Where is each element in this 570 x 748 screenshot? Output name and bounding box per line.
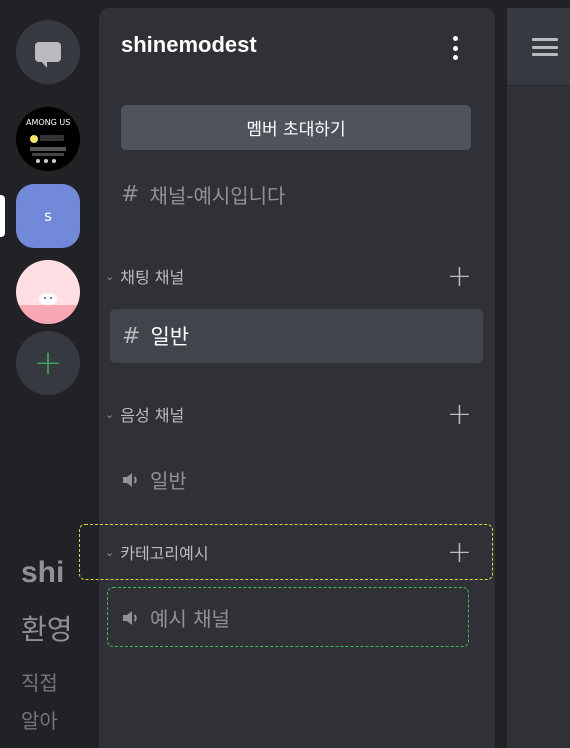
category-label: 음성 채널 xyxy=(120,406,185,425)
category-highlight-box xyxy=(79,524,493,580)
invite-members-button[interactable]: 멤버 초대하기 xyxy=(121,105,471,150)
hash-icon: # xyxy=(122,323,141,349)
add-server-button[interactable]: + xyxy=(16,331,80,395)
welcome-title: shi xyxy=(21,556,65,589)
cat-icon xyxy=(39,293,57,305)
category-voice[interactable]: ⌄ 음성 채널 + xyxy=(105,397,485,432)
category-label: 채팅 채널 xyxy=(120,268,185,287)
welcome-line-2: 알아 xyxy=(21,709,58,733)
add-channel-icon[interactable]: + xyxy=(447,259,472,294)
speaker-icon xyxy=(123,472,137,487)
selected-server-indicator xyxy=(0,195,5,237)
chevron-down-icon: ⌄ xyxy=(105,269,115,283)
pink-cat-server-icon[interactable] xyxy=(16,260,80,324)
guild-name[interactable]: shinemodest xyxy=(121,32,257,58)
main-body xyxy=(507,86,570,748)
hash-icon: # xyxy=(121,182,140,207)
hamburger-menu-icon[interactable] xyxy=(532,38,558,56)
main-header xyxy=(507,8,570,86)
channel-item-example[interactable]: # 채널-예시입니다 xyxy=(121,180,285,209)
among-us-server-icon[interactable]: AMONG US xyxy=(16,107,80,171)
s-server-icon[interactable]: s xyxy=(16,184,80,248)
category-chat[interactable]: ⌄ 채팅 채널 + xyxy=(105,259,485,294)
direct-messages-button[interactable] xyxy=(16,20,80,84)
main-area xyxy=(507,8,570,748)
chevron-down-icon: ⌄ xyxy=(105,407,115,421)
channel-label: 채널-예시입니다 xyxy=(149,184,286,208)
welcome-subtitle: 환영 xyxy=(21,613,73,646)
plus-icon: + xyxy=(33,343,63,383)
channel-highlight-box xyxy=(107,587,469,647)
channel-label: 일반 xyxy=(150,469,187,493)
add-channel-icon[interactable]: + xyxy=(447,397,472,432)
svg-text:AMONG US: AMONG US xyxy=(26,118,70,127)
among-us-logo-icon: AMONG US xyxy=(16,107,80,171)
channel-label: 일반 xyxy=(150,325,190,349)
chat-bubble-icon xyxy=(35,42,61,68)
more-options-icon[interactable] xyxy=(448,36,462,60)
channel-item-general[interactable]: # 일반 xyxy=(110,309,483,363)
welcome-line-1: 직접 xyxy=(21,671,58,695)
server-initial: s xyxy=(44,207,52,225)
voice-channel-general[interactable]: 일반 xyxy=(121,465,187,494)
